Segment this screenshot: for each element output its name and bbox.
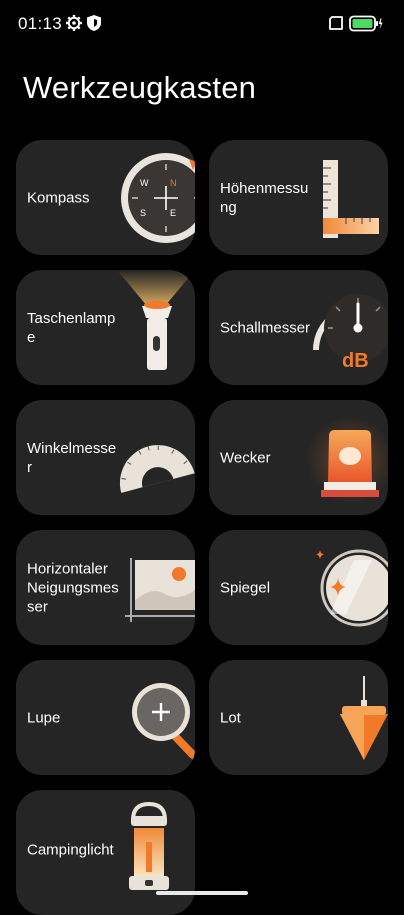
tool-label: Schallmesser (220, 319, 311, 336)
tool-label: Kompass (27, 189, 90, 206)
decibel-label: dB (342, 350, 369, 372)
tool-card-winkelmesser[interactable]: Winkelmesser (16, 400, 195, 515)
tool-card-lupe[interactable]: Lupe (16, 660, 195, 775)
magnifier-icon (132, 683, 195, 759)
tool-label: Campinglicht (27, 841, 114, 859)
camping-lantern-icon (129, 801, 169, 890)
page-title: Werkzeugkasten (23, 70, 257, 105)
compass-letter-s: S (140, 208, 146, 218)
mirror-icon (316, 549, 388, 627)
flashlight-icon (117, 270, 195, 370)
tool-card-schallmesser[interactable]: Schallmesser dB (209, 270, 388, 385)
tool-label: Horizontaler Neigungsmesser (27, 560, 119, 615)
tool-card-campinglicht[interactable]: Campinglicht (16, 790, 195, 915)
status-time: 01:13 (18, 14, 63, 33)
protractor-icon (119, 445, 195, 493)
level-frame-icon (125, 558, 195, 622)
plumb-bob-icon (340, 676, 388, 760)
tool-card-hoehenmessung[interactable]: Höhenmessung (209, 140, 388, 255)
alarm-siren-icon (306, 416, 388, 504)
tool-card-spiegel[interactable]: Spiegel (209, 530, 388, 645)
home-indicator[interactable] (156, 891, 248, 895)
tool-label: Lupe (27, 709, 61, 726)
compass-icon: W N S E (121, 153, 195, 243)
tool-label: Höhenmessung (220, 179, 309, 216)
tool-card-taschenlampe[interactable]: Taschenlampe (16, 270, 195, 385)
tool-card-horizontaler-neigungsmesser[interactable]: Horizontaler Neigungsmesser (16, 530, 195, 645)
tool-label: Lot (220, 709, 241, 726)
status-bar: 01:13 (0, 0, 404, 48)
tool-card-wecker[interactable]: Wecker (209, 400, 388, 515)
tool-card-lot[interactable]: Lot (209, 660, 388, 775)
ruler-icon (323, 160, 379, 238)
tool-label: Spiegel (220, 579, 271, 596)
tool-label: Wecker (220, 449, 271, 466)
tool-card-kompass[interactable]: Kompass W N S E (16, 140, 195, 255)
tool-label: Taschenlampe (27, 309, 116, 346)
shield-icon (87, 15, 101, 31)
compass-letter-e: E (170, 208, 176, 218)
compass-letter-w: W (140, 178, 149, 188)
sim-card-icon (329, 16, 343, 30)
sound-meter-icon: dB (313, 294, 388, 372)
compass-letter-n: N (170, 178, 177, 188)
settings-gear-icon (66, 15, 82, 31)
tool-label: Winkelmesser (27, 439, 117, 476)
battery-charging-icon (349, 15, 383, 32)
